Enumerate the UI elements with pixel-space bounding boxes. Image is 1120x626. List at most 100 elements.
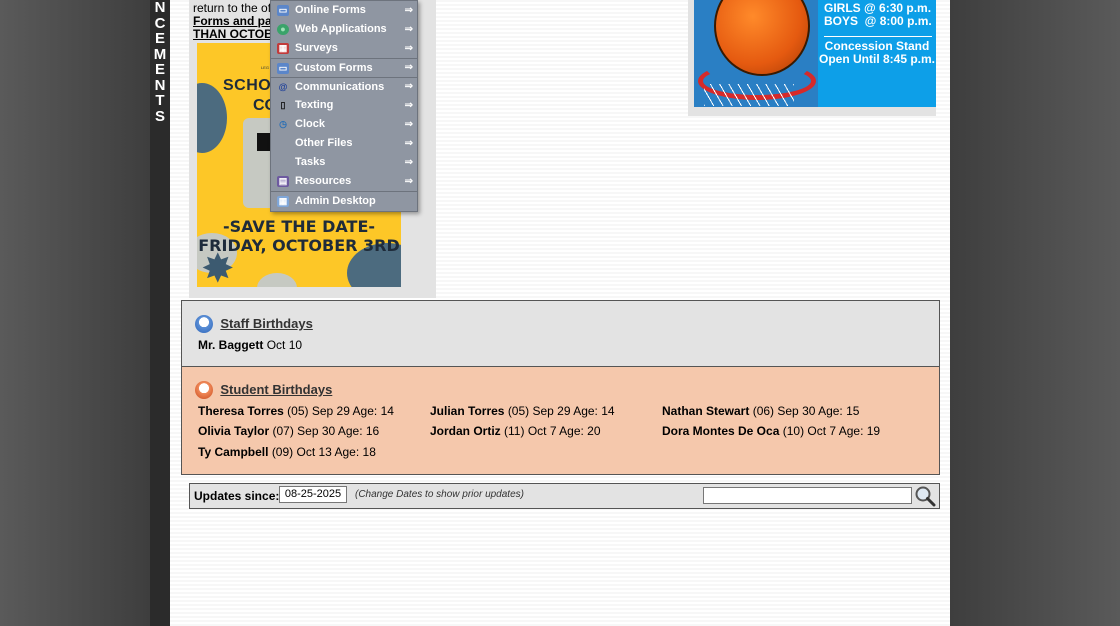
main-content: return to the offi Forms and pay THAN OC… [170, 0, 950, 626]
student-birthdays-link[interactable]: Student Birthdays [220, 382, 332, 397]
menu-item-label: Texting [295, 99, 334, 111]
phone-icon: ▯ [280, 100, 286, 110]
globe-icon: ● [277, 24, 289, 35]
birthday-cake-icon [195, 380, 213, 399]
updates-date-input[interactable] [279, 486, 347, 503]
student-birthday-detail: (11) Oct 7 Age: 20 [504, 424, 601, 438]
staff-birthday-entry: Mr. Baggett Oct 10 [198, 338, 302, 352]
menu-item-surveys[interactable]: ▦ Surveys ⇒ [271, 39, 417, 58]
hoop-net [704, 84, 794, 106]
student-birthday-entry: Theresa Torres (05) Sep 29 Age: 14 [198, 404, 394, 418]
menu-item-label: Resources [295, 175, 352, 187]
menu-item-label: Surveys [295, 42, 338, 54]
student-name: Julian Torres [430, 404, 505, 418]
menu-item-custom-forms[interactable]: ▭ Custom Forms ⇒ [271, 58, 417, 77]
game-times: GIRLS @ 6:30 p.m. BOYS @ 8:00 p.m. [824, 2, 932, 28]
student-name: Ty Campbell [198, 445, 269, 459]
submenu-arrow-icon: ⇒ [404, 24, 413, 35]
save-the-date-line: -SAVE THE DATE- [222, 217, 376, 236]
menu-item-label: Communications [295, 81, 385, 93]
birthday-cake-icon [195, 314, 213, 333]
student-birthday-entry: Jordan Ortiz (11) Oct 7 Age: 20 [430, 424, 601, 438]
boys-time: BOYS @ 8:00 p.m. [824, 14, 932, 28]
student-birthday-entry: Julian Torres (05) Sep 29 Age: 14 [430, 404, 615, 418]
updates-bar: Updates since: (Change Dates to show pri… [189, 483, 940, 509]
custom-form-icon: ▭ [277, 63, 289, 74]
flyer-decoration [257, 273, 297, 287]
submenu-arrow-icon: ⇒ [404, 43, 413, 54]
student-birthday-entry: Ty Campbell (09) Oct 13 Age: 18 [198, 445, 376, 459]
submenu-arrow-icon: ⇒ [404, 157, 413, 168]
menu-item-label: Clock [295, 118, 325, 130]
submenu-arrow-icon: ⇒ [404, 5, 413, 16]
save-the-date-line: FRIDAY, OCTOBER 3RD [198, 236, 400, 255]
announcements-vertical-tab[interactable]: N C E M E N T S [150, 0, 170, 626]
resources-icon: ▤ [277, 176, 289, 187]
submenu-arrow-icon: ⇒ [404, 119, 413, 130]
desktop-icon: ▦ [277, 196, 289, 207]
menu-item-admin-desktop[interactable]: ▦ Admin Desktop [271, 191, 417, 210]
updates-hint: (Change Dates to show prior updates) [355, 489, 524, 500]
search-input[interactable] [703, 487, 912, 504]
student-birthday-entry: Dora Montes De Oca (10) Oct 7 Age: 19 [662, 424, 880, 438]
menu-item-tasks[interactable]: Tasks ⇒ [271, 153, 417, 172]
menu-item-other-files[interactable]: Other Files ⇒ [271, 134, 417, 153]
student-birthday-entry: Nathan Stewart (06) Sep 30 Age: 15 [662, 404, 859, 418]
student-birthday-detail: (05) Sep 29 Age: 14 [287, 404, 394, 418]
staff-birthdays-header: Staff Birthdays [195, 314, 313, 334]
magnifier-icon [915, 486, 936, 507]
updates-since-label: Updates since: [194, 489, 280, 503]
student-name: Olivia Taylor [198, 424, 270, 438]
tab-letter: T [155, 92, 165, 109]
submenu-arrow-icon: ⇒ [404, 176, 413, 187]
staff-name: Mr. Baggett [198, 338, 264, 352]
tab-letter: E [154, 61, 165, 78]
basketball-flyer: GIRLS @ 6:30 p.m. BOYS @ 8:00 p.m. Conce… [694, 0, 936, 107]
staff-birthday-date: Oct 10 [266, 338, 303, 352]
tab-letter: C [154, 14, 166, 32]
page-background-left [0, 0, 150, 626]
submenu-arrow-icon: ⇒ [404, 138, 413, 149]
student-name: Jordan Ortiz [430, 424, 501, 438]
menu-item-online-forms[interactable]: ▭ Online Forms ⇒ [271, 1, 417, 20]
menu-item-communications[interactable]: @ Communications ⇒ [271, 77, 417, 96]
menu-item-web-applications[interactable]: ● Web Applications ⇒ [271, 20, 417, 39]
tab-letter: E [154, 30, 165, 47]
tab-letter: M [153, 45, 167, 63]
staff-birthdays-panel: Staff Birthdays Mr. Baggett Oct 10 [181, 300, 940, 367]
staff-birthdays-link[interactable]: Staff Birthdays [220, 316, 312, 331]
dropdown-menu: ▭ Online Forms ⇒ ● Web Applications ⇒ ▦ Surveys… [270, 0, 418, 212]
search-button[interactable] [914, 485, 936, 507]
page-background-right [950, 0, 1120, 626]
submenu-arrow-icon: ⇒ [404, 62, 413, 73]
menu-item-resources[interactable]: ▤ Resources ⇒ [271, 172, 417, 191]
concession-line: Open Until 8:45 p.m. [818, 52, 935, 66]
student-name: Nathan Stewart [662, 404, 750, 418]
student-birthday-detail: (05) Sep 29 Age: 14 [507, 404, 615, 418]
concession-text: Concession Stand Open Until 8:45 p.m. [818, 40, 936, 66]
form-icon: ▭ [277, 5, 289, 16]
menu-item-label: Custom Forms [295, 62, 373, 74]
tab-letter: N [154, 76, 166, 94]
menu-item-label: Admin Desktop [295, 195, 376, 207]
vertical-tab-label: N C E M E N T S [150, 0, 170, 124]
tab-letter: N [154, 0, 166, 16]
divider [824, 36, 932, 37]
menu-item-label: Online Forms [295, 4, 366, 16]
menu-item-texting[interactable]: ▯ Texting ⇒ [271, 96, 417, 115]
student-birthdays-header: Student Birthdays [195, 380, 332, 400]
student-birthday-entry: Olivia Taylor (07) Sep 30 Age: 16 [198, 424, 379, 438]
student-birthday-detail: (07) Sep 30 Age: 16 [272, 424, 380, 438]
at-icon: @ [278, 82, 288, 92]
flyer-small-text: LEG [261, 65, 270, 70]
student-birthday-detail: (09) Oct 13 Age: 18 [271, 445, 376, 459]
save-the-date-text: -SAVE THE DATE- FRIDAY, OCTOBER 3RD [197, 217, 401, 255]
student-birthdays-panel: Student Birthdays Theresa Torres (05) Se… [181, 366, 940, 475]
student-name: Theresa Torres [198, 404, 284, 418]
submenu-arrow-icon: ⇒ [404, 100, 413, 111]
menu-item-clock[interactable]: ◷ Clock ⇒ [271, 115, 417, 134]
tab-letter: S [154, 107, 165, 125]
student-birthday-detail: (06) Sep 30 Age: 15 [752, 404, 860, 418]
submenu-arrow-icon: ⇒ [404, 81, 413, 92]
clock-icon: ◷ [279, 119, 287, 129]
